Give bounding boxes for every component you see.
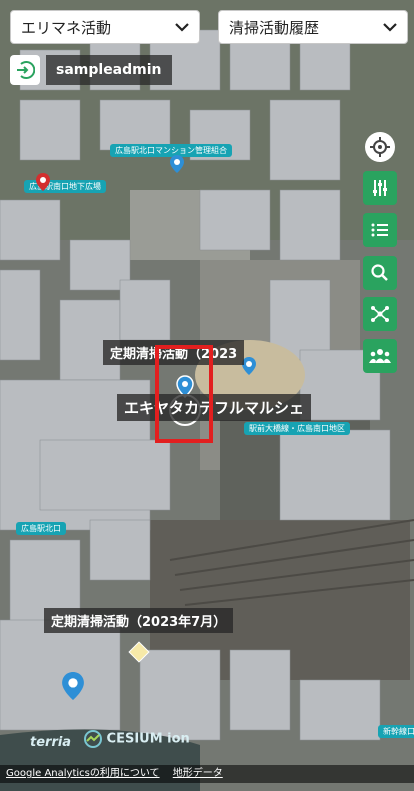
filter-button[interactable] (363, 171, 397, 205)
diamond-marker[interactable] (128, 641, 150, 663)
map-label[interactable]: エキヤタカテフルマルシェ (117, 394, 312, 421)
search-icon (371, 264, 388, 281)
map-label[interactable]: 定期清掃活動（2023年7月） (44, 608, 234, 633)
cesium-logo: CESIUM ion (84, 730, 190, 748)
attribution-footer: Google Analyticsの利用について 地形データ (0, 765, 414, 783)
sliders-icon (373, 180, 387, 196)
map-pin-blue[interactable] (62, 672, 84, 700)
cesium-text: CESIUM ion (106, 731, 190, 747)
network-icon (371, 306, 389, 322)
terrain-data-link[interactable]: 地形データ (173, 768, 223, 779)
app-root: 広島駅北口マンション管理組合 広島駅南口地下広場 駅前大橋線・広島南口地区 広島… (0, 0, 414, 791)
activity-type-value: エリマネ活動 (21, 19, 112, 37)
poi-tag[interactable]: 広島駅北口 (16, 522, 66, 535)
map-pin-red[interactable] (36, 173, 50, 191)
history-select[interactable]: 清掃活動履歴 (218, 10, 408, 44)
locate-button[interactable] (365, 132, 395, 162)
user-bar: sampleadmin (10, 55, 172, 85)
analytics-link[interactable]: Google Analyticsの利用について (6, 768, 160, 779)
group-button[interactable] (363, 339, 397, 373)
poi-tag[interactable]: 駅前大橋線・広島南口地区 (244, 422, 350, 435)
login-icon (17, 61, 35, 79)
list-button[interactable] (363, 213, 397, 247)
list-icon (371, 223, 388, 237)
selection-highlight (155, 345, 213, 443)
chevron-down-icon (175, 23, 189, 32)
map-pin-blue[interactable] (170, 155, 184, 173)
search-button[interactable] (363, 256, 397, 290)
group-icon (369, 349, 391, 363)
activity-type-select[interactable]: エリマネ活動 (10, 10, 200, 44)
poi-tag[interactable]: 新幹線口 (378, 725, 414, 738)
username-label: sampleadmin (46, 55, 172, 85)
chevron-down-icon (383, 23, 397, 32)
network-button[interactable] (363, 297, 397, 331)
login-button[interactable] (10, 55, 40, 85)
crosshair-icon (370, 137, 390, 157)
terria-logo: terria (30, 735, 72, 750)
cesium-icon (84, 730, 102, 748)
history-value: 清掃活動履歴 (229, 19, 320, 37)
